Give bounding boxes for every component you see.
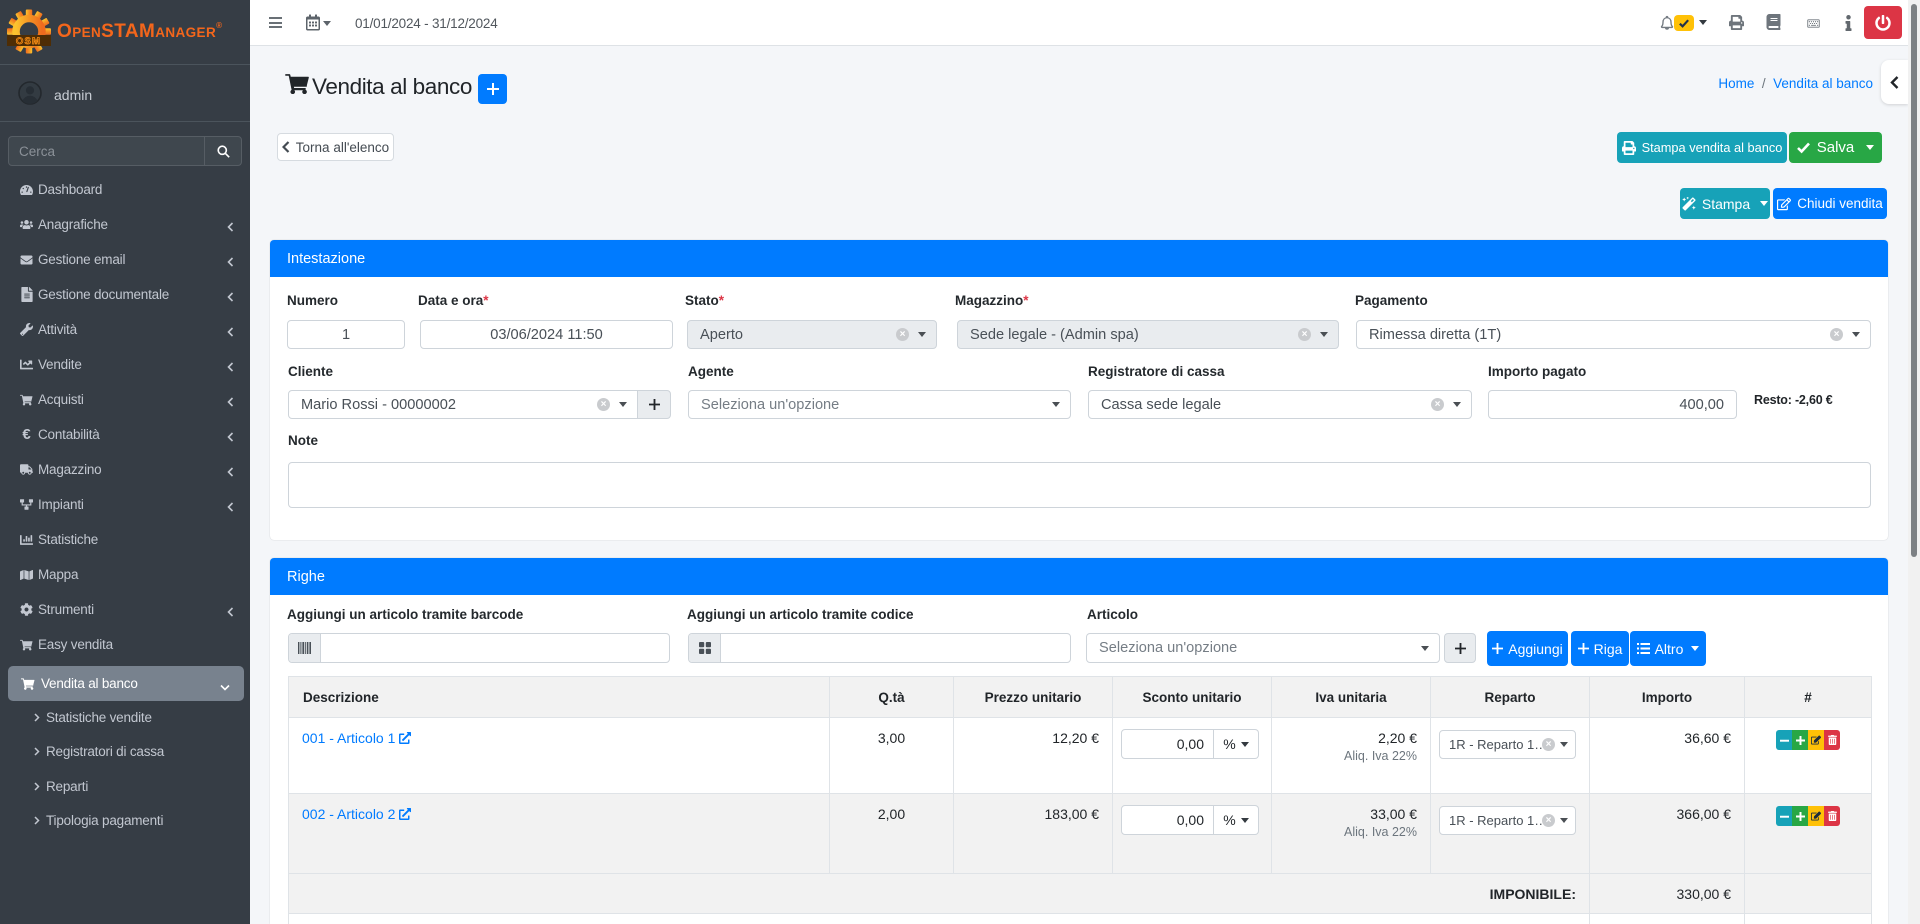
svg-text:OSM: OSM xyxy=(16,36,41,47)
